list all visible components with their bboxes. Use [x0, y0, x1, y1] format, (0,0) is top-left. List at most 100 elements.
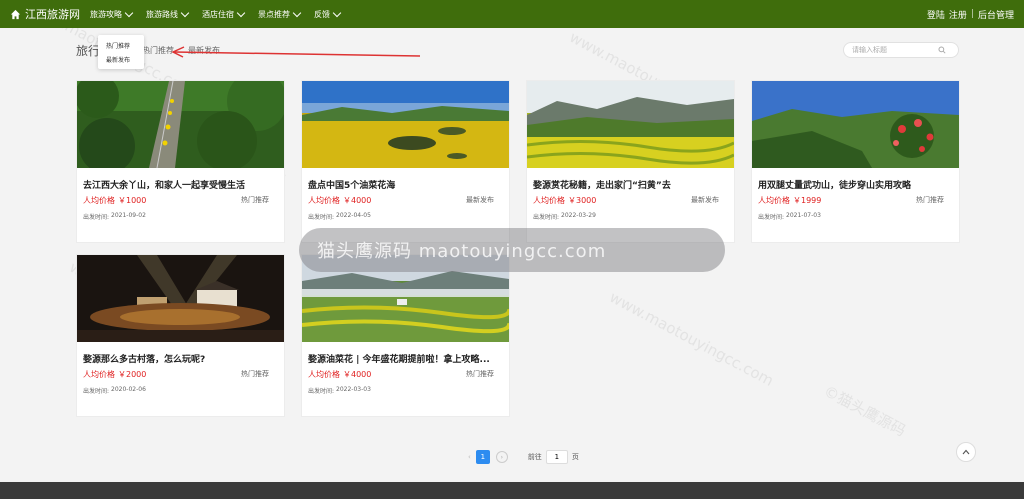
- nav-dropdown-menu: 热门推荐 最新发布: [98, 35, 144, 69]
- card-image[interactable]: [302, 81, 509, 168]
- goto-label: 前往: [527, 453, 542, 461]
- card-title[interactable]: 婺源赏花秘籍，走出家门“扫黄”去: [533, 178, 729, 191]
- card-tag: 最新发布: [691, 196, 719, 204]
- top-nav-bar: 江西旅游网 旅游攻略 旅游路线 酒店住宿 景点推荐 反馈 登陆 注册 | 后台管…: [0, 0, 1024, 28]
- chevron-down-icon: [292, 8, 302, 17]
- price-label: 人均价格: [83, 370, 115, 379]
- back-to-top-button[interactable]: [956, 442, 976, 462]
- chevron-down-icon: [332, 8, 342, 17]
- search-box: [843, 42, 959, 58]
- nav-item-travel-guide[interactable]: 旅游攻略: [90, 8, 134, 20]
- price-label: 人均价格: [758, 196, 790, 205]
- card-title[interactable]: 盘点中国5个油菜花海: [308, 178, 504, 191]
- card-date: 出发时间: 2022-03-03: [308, 386, 371, 395]
- user-links: 登陆 注册 | 后台管理: [927, 0, 1014, 28]
- card-price: 人均价格 ￥2000: [83, 369, 146, 380]
- travel-card[interactable]: 婺源油菜花 | 今年盛花期提前啦！拿上攻略... 人均价格 ￥4000 热门推荐…: [301, 254, 510, 417]
- price-label: 人均价格: [533, 196, 565, 205]
- next-page-icon[interactable]: ›: [495, 451, 508, 463]
- date-value: 2020-02-06: [111, 386, 146, 393]
- travel-card[interactable]: 去江西大余丫山，和家人一起享受慢生活 人均价格 ￥1000 热门推荐 出发时间:…: [76, 80, 285, 243]
- chevron-down-icon: [180, 8, 190, 17]
- price-value: ￥1999: [793, 196, 822, 205]
- nav-item-feedback[interactable]: 反馈: [314, 8, 342, 20]
- dropdown-item-latest[interactable]: 最新发布: [106, 55, 130, 64]
- card-tag: 热门推荐: [916, 196, 944, 204]
- section-heading: 旅行: [76, 44, 101, 58]
- card-tag: 最新发布: [466, 196, 494, 204]
- travel-card[interactable]: 婺源那么多古村落，怎么玩呢? 人均价格 ￥2000 热门推荐 出发时间: 202…: [76, 254, 285, 417]
- home-icon: [10, 9, 21, 19]
- search-input[interactable]: [852, 46, 938, 54]
- card-price: 人均价格 ￥4000: [308, 369, 371, 380]
- nav-item-hotels[interactable]: 酒店住宿: [202, 8, 246, 20]
- nav-item-label: 反馈: [314, 9, 330, 19]
- travel-card[interactable]: 婺源赏花秘籍，走出家门“扫黄”去 人均价格 ￥3000 最新发布 出发时间: 2…: [526, 80, 735, 243]
- annotation-arrow: [171, 46, 421, 58]
- dropdown-item-hot[interactable]: 热门推荐: [106, 41, 130, 50]
- card-price: 人均价格 ￥4000: [308, 195, 371, 206]
- price-value: ￥1000: [118, 196, 147, 205]
- chevron-up-icon: [962, 449, 970, 455]
- nav-item-label: 旅游攻略: [90, 9, 122, 19]
- travel-card[interactable]: 用双腿丈量武功山，徒步穿山实用攻略 人均价格 ￥1999 热门推荐 出发时间: …: [751, 80, 960, 243]
- nav-item-label: 酒店住宿: [202, 9, 234, 19]
- date-value: 2022-03-29: [561, 212, 596, 219]
- date-value: 2021-07-03: [786, 212, 821, 219]
- price-value: ￥3000: [568, 196, 597, 205]
- nav-item-travel-routes[interactable]: 旅游路线: [146, 8, 190, 20]
- page-jump-input[interactable]: [545, 450, 568, 464]
- card-tag: 热门推荐: [241, 370, 269, 378]
- date-label: 出发时间:: [308, 388, 335, 395]
- nav-item-attractions[interactable]: 景点推荐: [258, 8, 302, 20]
- travel-card[interactable]: 盘点中国5个油菜花海 人均价格 ￥4000 最新发布 出发时间: 2022-04…: [301, 80, 510, 243]
- watermark-text: ©猫头鹰源码: [820, 381, 909, 441]
- card-date: 出发时间: 2021-07-03: [758, 212, 821, 221]
- card-image[interactable]: [77, 255, 284, 342]
- card-price: 人均价格 ￥1999: [758, 195, 821, 206]
- login-link[interactable]: 登陆: [927, 8, 945, 21]
- admin-link[interactable]: 后台管理: [978, 8, 1014, 21]
- card-title[interactable]: 用双腿丈量武功山，徒步穿山实用攻略: [758, 178, 954, 191]
- page-suffix: 页: [571, 453, 579, 461]
- card-tag: 热门推荐: [241, 196, 269, 204]
- date-value: 2022-03-03: [336, 386, 371, 393]
- date-label: 出发时间:: [758, 214, 785, 221]
- card-title[interactable]: 婺源油菜花 | 今年盛花期提前啦！拿上攻略...: [308, 352, 504, 365]
- card-date: 出发时间: 2022-03-29: [533, 212, 596, 221]
- pagination: ‹ 1 › 前往 页: [468, 450, 579, 464]
- card-title[interactable]: 婺源那么多古村落，怎么玩呢?: [83, 352, 279, 365]
- date-label: 出发时间:: [83, 214, 110, 221]
- main-nav: 旅游攻略 旅游路线 酒店住宿 景点推荐 反馈: [90, 0, 354, 28]
- card-date: 出发时间: 2020-02-06: [83, 386, 146, 395]
- register-link[interactable]: 注册: [949, 8, 967, 21]
- prev-page-icon[interactable]: ‹: [468, 453, 471, 461]
- date-value: 2022-04-05: [336, 212, 371, 219]
- price-value: ￥4000: [343, 370, 372, 379]
- date-label: 出发时间:: [83, 388, 110, 395]
- card-tag: 热门推荐: [466, 370, 494, 378]
- price-label: 人均价格: [308, 370, 340, 379]
- date-label: 出发时间:: [308, 214, 335, 221]
- price-label: 人均价格: [83, 196, 115, 205]
- search-icon[interactable]: [938, 46, 946, 54]
- watermark-text: www.maotouyingcc.com: [606, 288, 777, 390]
- card-image[interactable]: [77, 81, 284, 168]
- chevron-down-icon: [236, 8, 246, 17]
- nav-item-label: 旅游路线: [146, 9, 178, 19]
- card-price: 人均价格 ￥1000: [83, 195, 146, 206]
- divider: |: [970, 9, 974, 19]
- watermark-band: 猫头鹰源码 maotouyingcc.com: [299, 228, 725, 272]
- brand-name: 江西旅游网: [25, 8, 80, 21]
- page-number-current[interactable]: 1: [475, 450, 490, 464]
- price-value: ￥2000: [118, 370, 147, 379]
- brand-logo[interactable]: 江西旅游网: [10, 0, 80, 28]
- nav-item-label: 景点推荐: [258, 9, 290, 19]
- card-image[interactable]: [752, 81, 959, 168]
- footer-bar: [0, 482, 1024, 499]
- card-title[interactable]: 去江西大余丫山，和家人一起享受慢生活: [83, 178, 279, 191]
- card-image[interactable]: [527, 81, 734, 168]
- card-date: 出发时间: 2022-04-05: [308, 212, 371, 221]
- chevron-down-icon: [124, 8, 134, 17]
- date-label: 出发时间:: [533, 214, 560, 221]
